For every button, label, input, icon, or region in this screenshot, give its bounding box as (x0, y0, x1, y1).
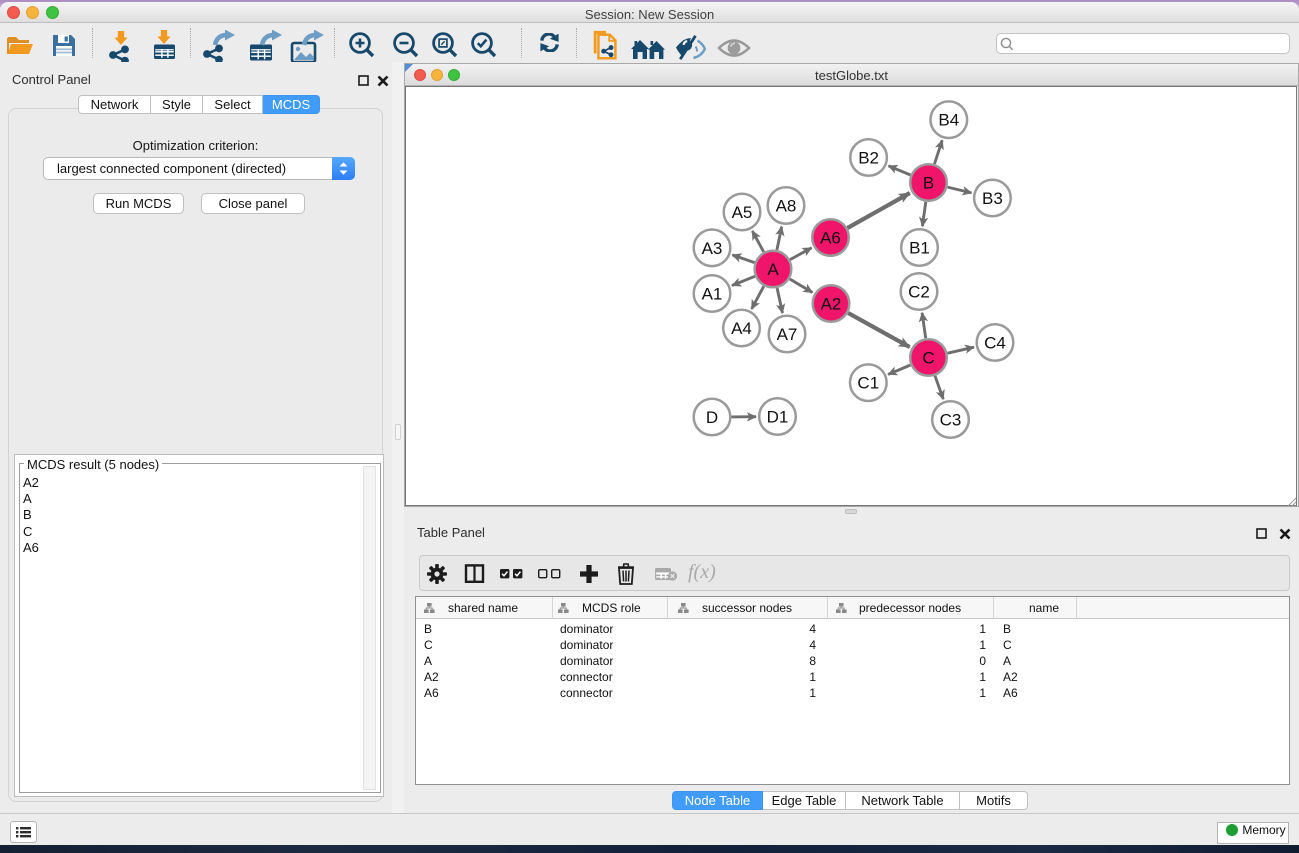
svg-text:C4: C4 (984, 334, 1006, 353)
svg-text:A1: A1 (702, 285, 723, 304)
svg-text:A6: A6 (820, 229, 841, 248)
svg-text:C3: C3 (940, 411, 962, 430)
svg-text:A7: A7 (777, 325, 798, 344)
svg-text:B3: B3 (982, 189, 1003, 208)
svg-text:D: D (706, 408, 718, 427)
svg-text:A3: A3 (702, 239, 723, 258)
svg-text:B2: B2 (858, 149, 879, 168)
svg-text:A4: A4 (731, 319, 752, 338)
svg-text:B1: B1 (909, 239, 930, 258)
svg-text:B4: B4 (938, 111, 959, 130)
svg-text:A8: A8 (776, 197, 797, 216)
svg-text:A5: A5 (732, 203, 753, 222)
svg-text:C: C (922, 349, 934, 368)
svg-text:D1: D1 (767, 408, 789, 427)
svg-text:C1: C1 (857, 374, 879, 393)
svg-text:A2: A2 (821, 295, 842, 314)
svg-text:A: A (767, 260, 779, 279)
svg-text:B: B (923, 174, 934, 193)
svg-text:C2: C2 (908, 283, 930, 302)
